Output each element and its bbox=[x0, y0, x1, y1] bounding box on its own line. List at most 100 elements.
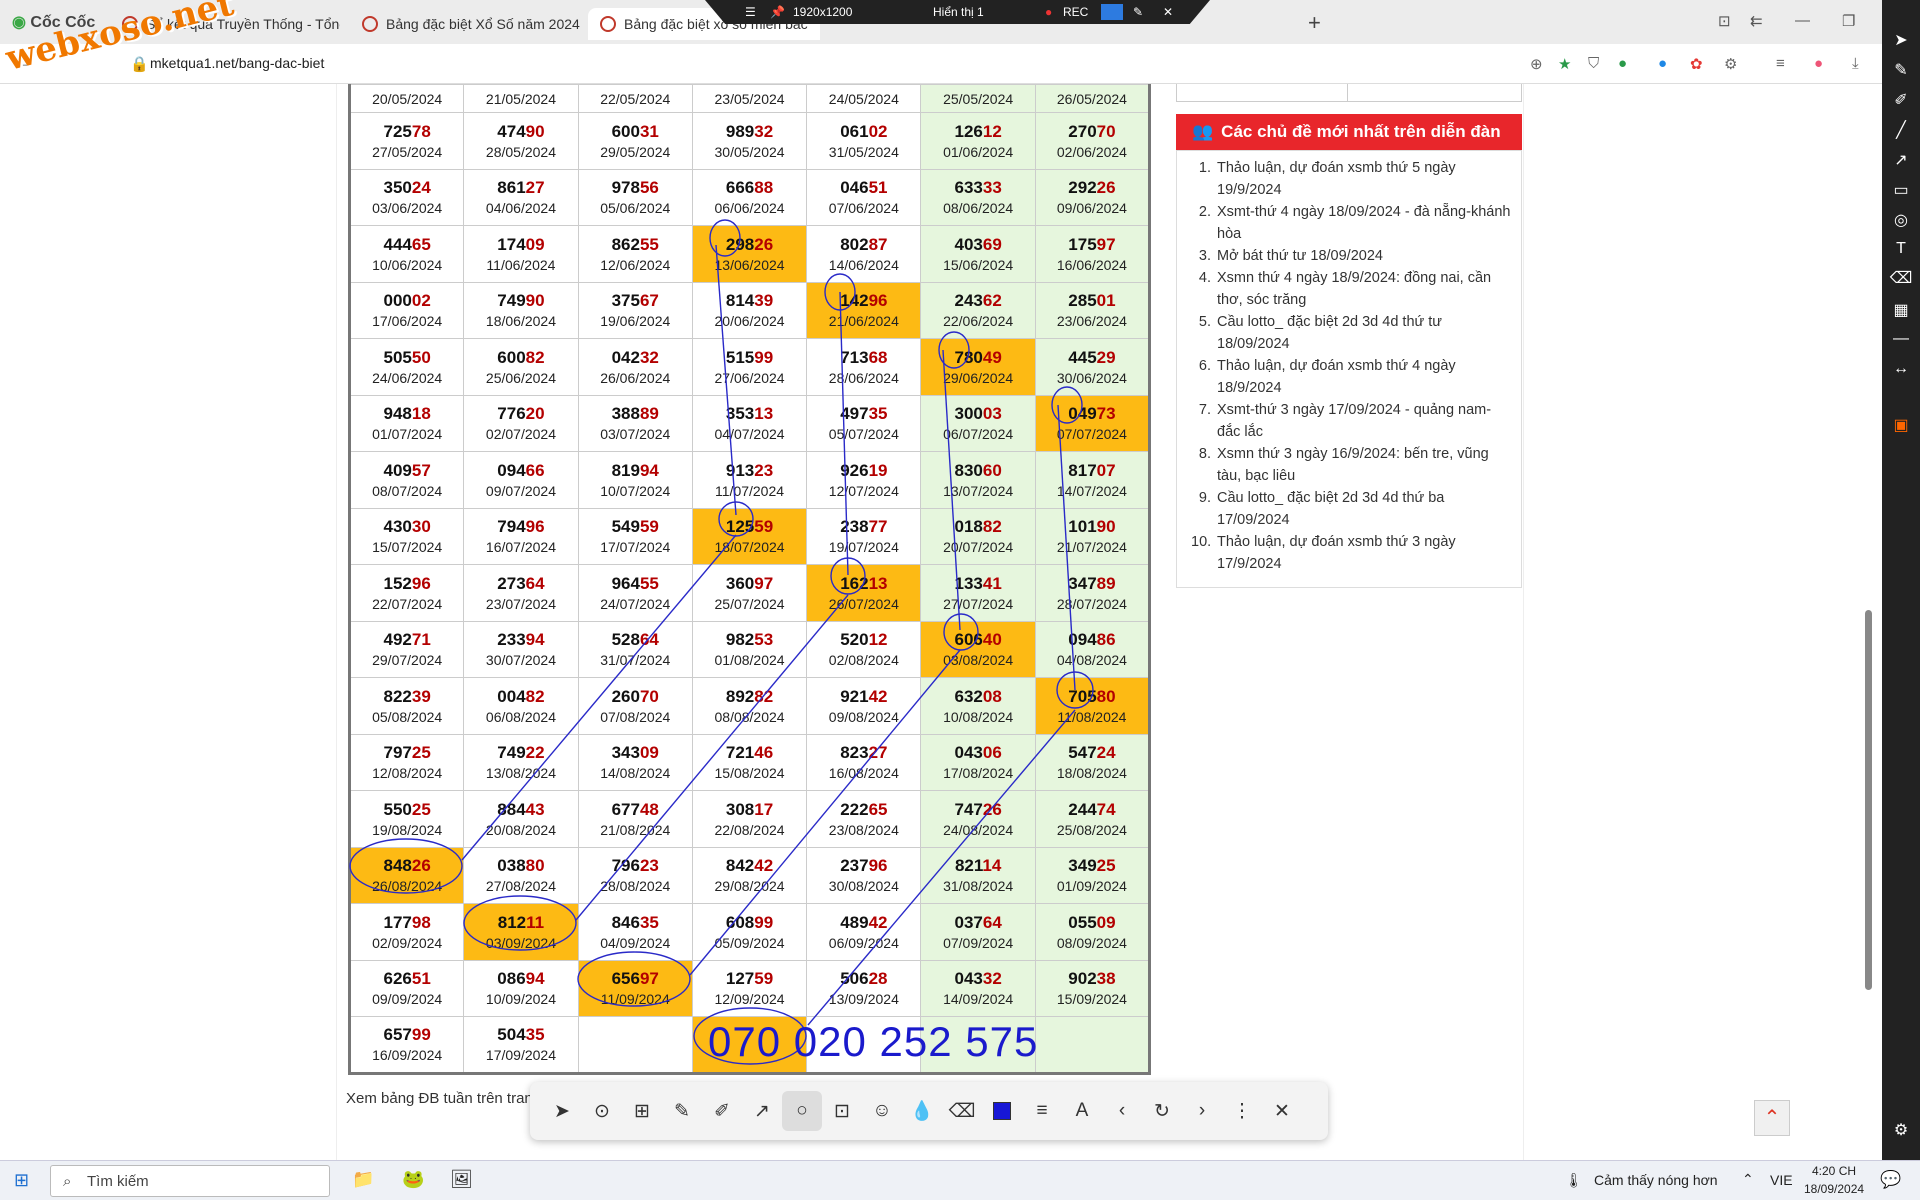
recorder-pen-icon[interactable]: ✎ bbox=[1133, 5, 1143, 19]
language-indicator[interactable]: VIE bbox=[1770, 1172, 1793, 1188]
forum-topic-link[interactable]: 10. Thảo luận, dự đoán xsmb thứ 3 ngày 17… bbox=[1191, 531, 1511, 575]
text-box-tool-icon[interactable]: ⊡ bbox=[822, 1091, 862, 1131]
bookmark-star-icon[interactable]: ★ bbox=[1558, 55, 1571, 73]
forum-topic-link[interactable]: 4. Xsmn thứ 4 ngày 18/9/2024: đồng nai, c… bbox=[1191, 267, 1511, 311]
forum-topic-link[interactable]: 1. Thảo luận, dự đoán xsmb thứ 5 ngày 19/… bbox=[1191, 157, 1511, 201]
screenshot-tool-icon[interactable]: ⊙ bbox=[582, 1091, 622, 1131]
history-icon[interactable]: ⇇ bbox=[1750, 12, 1763, 30]
weekly-link-text[interactable]: Xem bảng ĐB tuần trên trang bbox=[346, 1090, 541, 1107]
number-head: 794 bbox=[497, 517, 526, 537]
apps-icon[interactable]: ✿ bbox=[1690, 55, 1703, 73]
number-head: 749 bbox=[497, 743, 526, 763]
tray-chevron-icon[interactable]: ⌃ bbox=[1742, 1171, 1754, 1188]
draw-date: 04/08/2024 bbox=[1056, 652, 1127, 669]
pen-icon[interactable]: ✎ bbox=[1882, 60, 1920, 80]
weather-text[interactable]: Cảm thấy nóng hơn bbox=[1594, 1172, 1718, 1188]
undo-icon[interactable]: ‹ bbox=[1102, 1091, 1142, 1131]
forum-topic-link[interactable]: 5. Cầu lotto_ đặc biệt 2d 3d 4d thứ tư 18… bbox=[1191, 311, 1511, 355]
pen-tool-icon[interactable]: ✎ bbox=[662, 1091, 702, 1131]
eraser-tool-icon[interactable]: ⌫ bbox=[942, 1091, 982, 1131]
recorder-rec-label[interactable]: REC bbox=[1063, 5, 1088, 19]
taskbar-search[interactable]: ⌕ Tìm kiếm bbox=[50, 1165, 330, 1197]
recorder-stop-icon[interactable] bbox=[1101, 4, 1123, 20]
restore-icon[interactable]: ❐ bbox=[1842, 12, 1855, 30]
highlighter-icon[interactable]: ✐ bbox=[1882, 90, 1920, 110]
number-head: 046 bbox=[840, 178, 869, 198]
coccoc-browser-icon[interactable]: 🐸 bbox=[402, 1169, 424, 1190]
recorder-display[interactable]: Hiển thị 1 bbox=[933, 5, 984, 19]
recorder-pin-icon[interactable]: 📌 bbox=[770, 5, 785, 19]
tab-2[interactable]: Bảng đặc biệt Xổ Số năm 2024 bbox=[350, 8, 580, 40]
forum-topic-link[interactable]: 8. Xsmn thứ 3 ngày 16/9/2024: bến tre, vũ… bbox=[1191, 443, 1511, 487]
page-scrollbar[interactable] bbox=[1865, 610, 1872, 990]
profile-avatar-icon[interactable]: ● bbox=[1814, 55, 1823, 72]
number-head: 504 bbox=[497, 1025, 526, 1045]
back-to-top-button[interactable]: ⌃ bbox=[1754, 1100, 1790, 1136]
rectangle-icon[interactable]: ▭ bbox=[1882, 180, 1920, 200]
line-width-icon[interactable]: ≡ bbox=[1022, 1091, 1062, 1131]
number-tail: 43 bbox=[525, 799, 545, 819]
font-tool-icon[interactable]: A bbox=[1062, 1091, 1102, 1131]
drop-icon[interactable]: ● bbox=[1658, 55, 1667, 72]
color-swatch[interactable] bbox=[982, 1091, 1022, 1131]
redo-icon[interactable]: › bbox=[1182, 1091, 1222, 1131]
pointer-tool-icon[interactable]: ➤ bbox=[542, 1091, 582, 1131]
recorder-menu-icon[interactable]: ☰ bbox=[745, 5, 756, 19]
minimize-icon[interactable]: — bbox=[1795, 12, 1810, 29]
prize-number: 10190 bbox=[1036, 516, 1148, 538]
arrow-icon[interactable]: ↗ bbox=[1882, 150, 1920, 170]
screen-recorder-bar: ☰ 📌 1920x1200 Hiển thị 1 ● REC ✎ ✕ bbox=[705, 0, 1210, 24]
url-field[interactable]: mketqua1.net/bang-dac-biet bbox=[150, 55, 324, 71]
download-status-icon[interactable]: ● bbox=[1618, 55, 1627, 72]
reading-list-icon[interactable]: ≡ bbox=[1776, 55, 1785, 72]
expand-icon[interactable]: ↔ bbox=[1882, 360, 1920, 378]
emoji-tool-icon[interactable]: ☺ bbox=[862, 1091, 902, 1131]
downloads-icon[interactable]: ⤓ bbox=[1852, 55, 1859, 72]
annotation-phone-number: 070 020 252 575 bbox=[708, 1018, 1039, 1065]
forum-topic-link[interactable]: 2. Xsmt-thứ 4 ngày 18/09/2024 - đà nẵng-k… bbox=[1191, 201, 1511, 245]
photos-app-icon[interactable]: 🖼 bbox=[450, 1169, 473, 1190]
site-info-icon[interactable]: 🔒 bbox=[130, 55, 149, 73]
line-icon[interactable]: ╱ bbox=[1882, 120, 1920, 140]
region-tool-icon[interactable]: ⊞ bbox=[622, 1091, 662, 1131]
forum-topic-link[interactable]: 6. Thảo luận, dự đoán xsmb thứ 4 ngày 18/… bbox=[1191, 355, 1511, 399]
thickness-icon[interactable]: — bbox=[1882, 330, 1920, 348]
number-tail: 39 bbox=[754, 291, 774, 311]
result-cell: 60031 29/05/2024 bbox=[577, 112, 693, 170]
board-icon[interactable]: ▦ bbox=[1882, 300, 1920, 320]
clock-date[interactable]: 18/09/2024 bbox=[1804, 1182, 1864, 1196]
windows-start-icon[interactable]: ⊞ bbox=[14, 1170, 29, 1191]
reset-icon[interactable]: ↻ bbox=[1142, 1091, 1182, 1131]
file-explorer-icon[interactable]: 📁 bbox=[352, 1169, 374, 1190]
more-options-icon[interactable]: ⋮ bbox=[1222, 1091, 1262, 1131]
result-cell: 27070 02/06/2024 bbox=[1034, 112, 1151, 170]
drawing-sidebar: ➤ ✎ ✐ ╱ ↗ ▭ ◎ T ⌫ ▦ — ↔ ▣ ⚙ bbox=[1882, 0, 1920, 1160]
text-icon[interactable]: T bbox=[1882, 240, 1920, 258]
shield-icon[interactable]: ⛉ bbox=[1588, 55, 1599, 72]
zoom-icon[interactable]: ⊕ bbox=[1530, 55, 1543, 73]
eraser-icon[interactable]: ⌫ bbox=[1882, 268, 1920, 288]
settings-icon[interactable]: ⚙ bbox=[1882, 1120, 1920, 1140]
draw-date: 14/09/2024 bbox=[943, 991, 1014, 1008]
app-icon[interactable]: ▣ bbox=[1882, 415, 1920, 435]
fill-tool-icon[interactable]: 💧 bbox=[902, 1091, 942, 1131]
forum-topic-link[interactable]: 7. Xsmt-thứ 3 ngày 17/09/2024 - quảng nam… bbox=[1191, 399, 1511, 443]
result-cell: 67748 21/08/2024 bbox=[577, 790, 693, 848]
marker-tool-icon[interactable]: ✐ bbox=[702, 1091, 742, 1131]
notifications-icon[interactable]: 💬 bbox=[1880, 1170, 1901, 1190]
arrow-tool-icon[interactable]: ↗ bbox=[742, 1091, 782, 1131]
forum-topic-link[interactable]: 9. Cầu lotto_ đặc biệt 2d 3d 4d thứ ba 17… bbox=[1191, 487, 1511, 531]
tab-favicon-icon bbox=[600, 16, 616, 32]
cursor-tool-icon[interactable]: ➤ bbox=[1882, 30, 1920, 50]
clock-time[interactable]: 4:20 CH bbox=[1812, 1164, 1856, 1178]
ellipse-tool-icon[interactable]: ○ bbox=[782, 1091, 822, 1131]
shapes-icon[interactable]: ◎ bbox=[1882, 210, 1920, 230]
new-tab-button[interactable]: + bbox=[1308, 10, 1321, 36]
recorder-resolution: 1920x1200 bbox=[793, 5, 853, 19]
number-head: 515 bbox=[725, 347, 755, 367]
cast-icon[interactable]: ⊡ bbox=[1718, 12, 1731, 30]
close-toolbar-icon[interactable]: ✕ bbox=[1262, 1091, 1302, 1131]
extensions-icon[interactable]: ⚙ bbox=[1724, 55, 1737, 73]
recorder-close-icon[interactable]: ✕ bbox=[1163, 5, 1173, 19]
forum-topic-link[interactable]: 3. Mở bát thứ tư 18/09/2024 bbox=[1191, 245, 1511, 267]
